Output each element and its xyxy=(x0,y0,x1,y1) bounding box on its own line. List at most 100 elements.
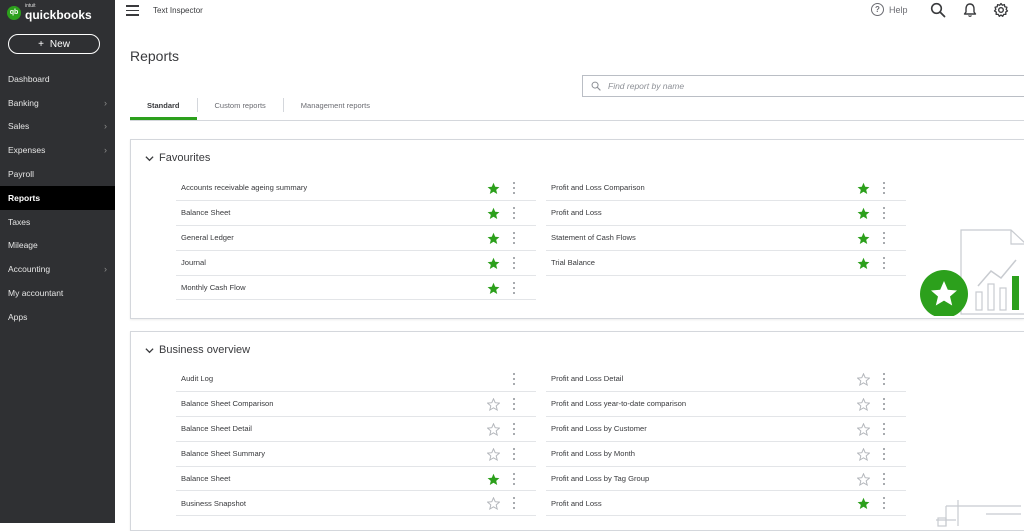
more-options-icon[interactable] xyxy=(882,231,886,244)
tab-management-reports[interactable]: Management reports xyxy=(284,90,387,120)
more-options-icon[interactable] xyxy=(512,182,516,194)
report-link[interactable]: Profit and Loss by Tag Group xyxy=(546,474,649,483)
help-button[interactable]: ? Help xyxy=(871,3,908,16)
more-options-icon[interactable] xyxy=(512,422,516,435)
report-link[interactable]: General Ledger xyxy=(176,233,234,242)
star-outline-icon[interactable] xyxy=(857,447,870,461)
report-link[interactable]: Accounts receivable ageing summary xyxy=(176,183,307,192)
search-icon[interactable] xyxy=(930,2,946,18)
more-options-icon[interactable] xyxy=(512,256,516,269)
star-outline-icon[interactable] xyxy=(487,397,500,411)
sidebar-item-expenses[interactable]: Expenses › xyxy=(0,138,115,162)
more-options-icon[interactable] xyxy=(512,373,516,385)
report-link[interactable]: Audit Log xyxy=(176,374,213,383)
report-link[interactable]: Business Snapshot xyxy=(176,499,246,508)
tab-custom-reports[interactable]: Custom reports xyxy=(198,90,283,120)
report-row: Business Snapshot xyxy=(176,491,536,517)
more-options-icon[interactable] xyxy=(512,206,516,219)
star-filled-icon[interactable] xyxy=(857,257,870,270)
star-filled-icon[interactable] xyxy=(487,257,500,270)
bell-icon[interactable] xyxy=(962,2,978,18)
more-options-icon[interactable] xyxy=(512,231,516,244)
section-header-favourites[interactable]: Favourites xyxy=(145,152,210,164)
star-filled-icon[interactable] xyxy=(487,207,500,220)
more-options-icon[interactable] xyxy=(882,472,886,485)
star-filled-icon[interactable] xyxy=(857,232,870,245)
quickbooks-logo[interactable]: qb intuit quickbooks xyxy=(7,4,92,21)
report-link[interactable]: Profit and Loss Comparison xyxy=(546,183,645,192)
star-filled-icon[interactable] xyxy=(857,207,870,220)
sidebar-item-mileage[interactable]: Mileage xyxy=(0,234,115,258)
sidebar-item-taxes[interactable]: Taxes xyxy=(0,210,115,234)
sidebar-item-reports[interactable]: Reports xyxy=(0,185,115,210)
report-link[interactable]: Profit and Loss xyxy=(546,208,602,217)
more-options-icon[interactable] xyxy=(882,182,886,194)
gear-icon[interactable] xyxy=(993,2,1009,18)
report-row: Profit and Loss year-to-date comparison xyxy=(546,392,906,417)
more-options-icon[interactable] xyxy=(882,373,886,385)
more-options-icon[interactable] xyxy=(882,422,886,435)
report-link[interactable]: Profit and Loss xyxy=(546,499,602,508)
sidebar-item-apps[interactable]: Apps xyxy=(0,305,115,329)
section-business-overview: Business overview Audit Log Balance Sheet… xyxy=(130,331,1024,531)
new-button[interactable]: + New xyxy=(8,34,100,54)
sidebar-item-label: Reports xyxy=(8,192,41,203)
more-options-icon[interactable] xyxy=(882,497,886,510)
report-row: Balance Sheet Detail xyxy=(176,417,536,442)
report-link[interactable]: Profit and Loss by Month xyxy=(546,449,635,458)
star-outline-icon[interactable] xyxy=(487,497,500,511)
star-filled-icon[interactable] xyxy=(857,182,870,195)
star-filled-icon[interactable] xyxy=(857,497,870,510)
sidebar-item-sales[interactable]: Sales › xyxy=(0,115,115,139)
sidebar-item-dashboard[interactable]: Dashboard xyxy=(0,67,115,91)
star-filled-icon[interactable] xyxy=(487,473,500,486)
more-options-icon[interactable] xyxy=(882,256,886,269)
more-options-icon[interactable] xyxy=(882,397,886,410)
report-link[interactable]: Balance Sheet Comparison xyxy=(176,399,273,408)
sidebar-item-my-accountant[interactable]: My accountant xyxy=(0,281,115,305)
star-outline-icon[interactable] xyxy=(857,373,870,386)
report-link[interactable]: Profit and Loss by Customer xyxy=(546,424,647,433)
section-header-business-overview[interactable]: Business overview xyxy=(145,344,250,356)
report-link[interactable]: Profit and Loss year-to-date comparison xyxy=(546,399,686,408)
chevron-right-icon: › xyxy=(104,264,107,275)
more-options-icon[interactable] xyxy=(882,447,886,460)
section-title: Favourites xyxy=(159,152,211,164)
business-overview-left-column: Audit Log Balance Sheet Comparison Balance… xyxy=(176,367,536,517)
more-options-icon[interactable] xyxy=(882,206,886,219)
report-link[interactable]: Trial Balance xyxy=(546,258,595,267)
report-row: Balance Sheet xyxy=(176,467,536,492)
report-row: Statement of Cash Flows xyxy=(546,226,906,251)
star-outline-icon[interactable] xyxy=(857,472,870,486)
more-options-icon[interactable] xyxy=(512,447,516,460)
report-link[interactable]: Balance Sheet xyxy=(176,208,230,217)
star-outline-icon[interactable] xyxy=(487,447,500,461)
hamburger-menu-icon[interactable] xyxy=(126,5,139,17)
more-options-icon[interactable] xyxy=(512,397,516,410)
more-options-icon[interactable] xyxy=(512,497,516,510)
sidebar-item-banking[interactable]: Banking › xyxy=(0,91,115,115)
search-input[interactable] xyxy=(606,80,990,92)
star-outline-icon[interactable] xyxy=(857,397,870,411)
report-link[interactable]: Journal xyxy=(176,258,206,267)
report-link[interactable]: Statement of Cash Flows xyxy=(546,233,636,242)
star-outline-icon[interactable] xyxy=(487,422,500,436)
star-filled-icon[interactable] xyxy=(487,232,500,245)
more-options-icon[interactable] xyxy=(512,281,516,294)
report-link[interactable]: Monthly Cash Flow xyxy=(176,283,246,292)
sidebar-item-accounting[interactable]: Accounting › xyxy=(0,257,115,281)
report-row: Trial Balance xyxy=(546,251,906,276)
more-options-icon[interactable] xyxy=(512,472,516,485)
report-link[interactable]: Balance Sheet Summary xyxy=(176,449,265,458)
help-label: Help xyxy=(889,4,908,15)
star-outline-icon[interactable] xyxy=(857,422,870,436)
report-link[interactable]: Profit and Loss Detail xyxy=(546,374,623,383)
tab-standard[interactable]: Standard xyxy=(130,90,197,120)
star-filled-icon[interactable] xyxy=(487,282,500,295)
report-search[interactable] xyxy=(582,75,1024,97)
sidebar-item-label: Expenses xyxy=(8,145,46,156)
star-filled-icon[interactable] xyxy=(487,182,500,195)
report-link[interactable]: Balance Sheet xyxy=(176,474,230,483)
sidebar-item-payroll[interactable]: Payroll xyxy=(0,162,115,186)
report-link[interactable]: Balance Sheet Detail xyxy=(176,424,252,433)
